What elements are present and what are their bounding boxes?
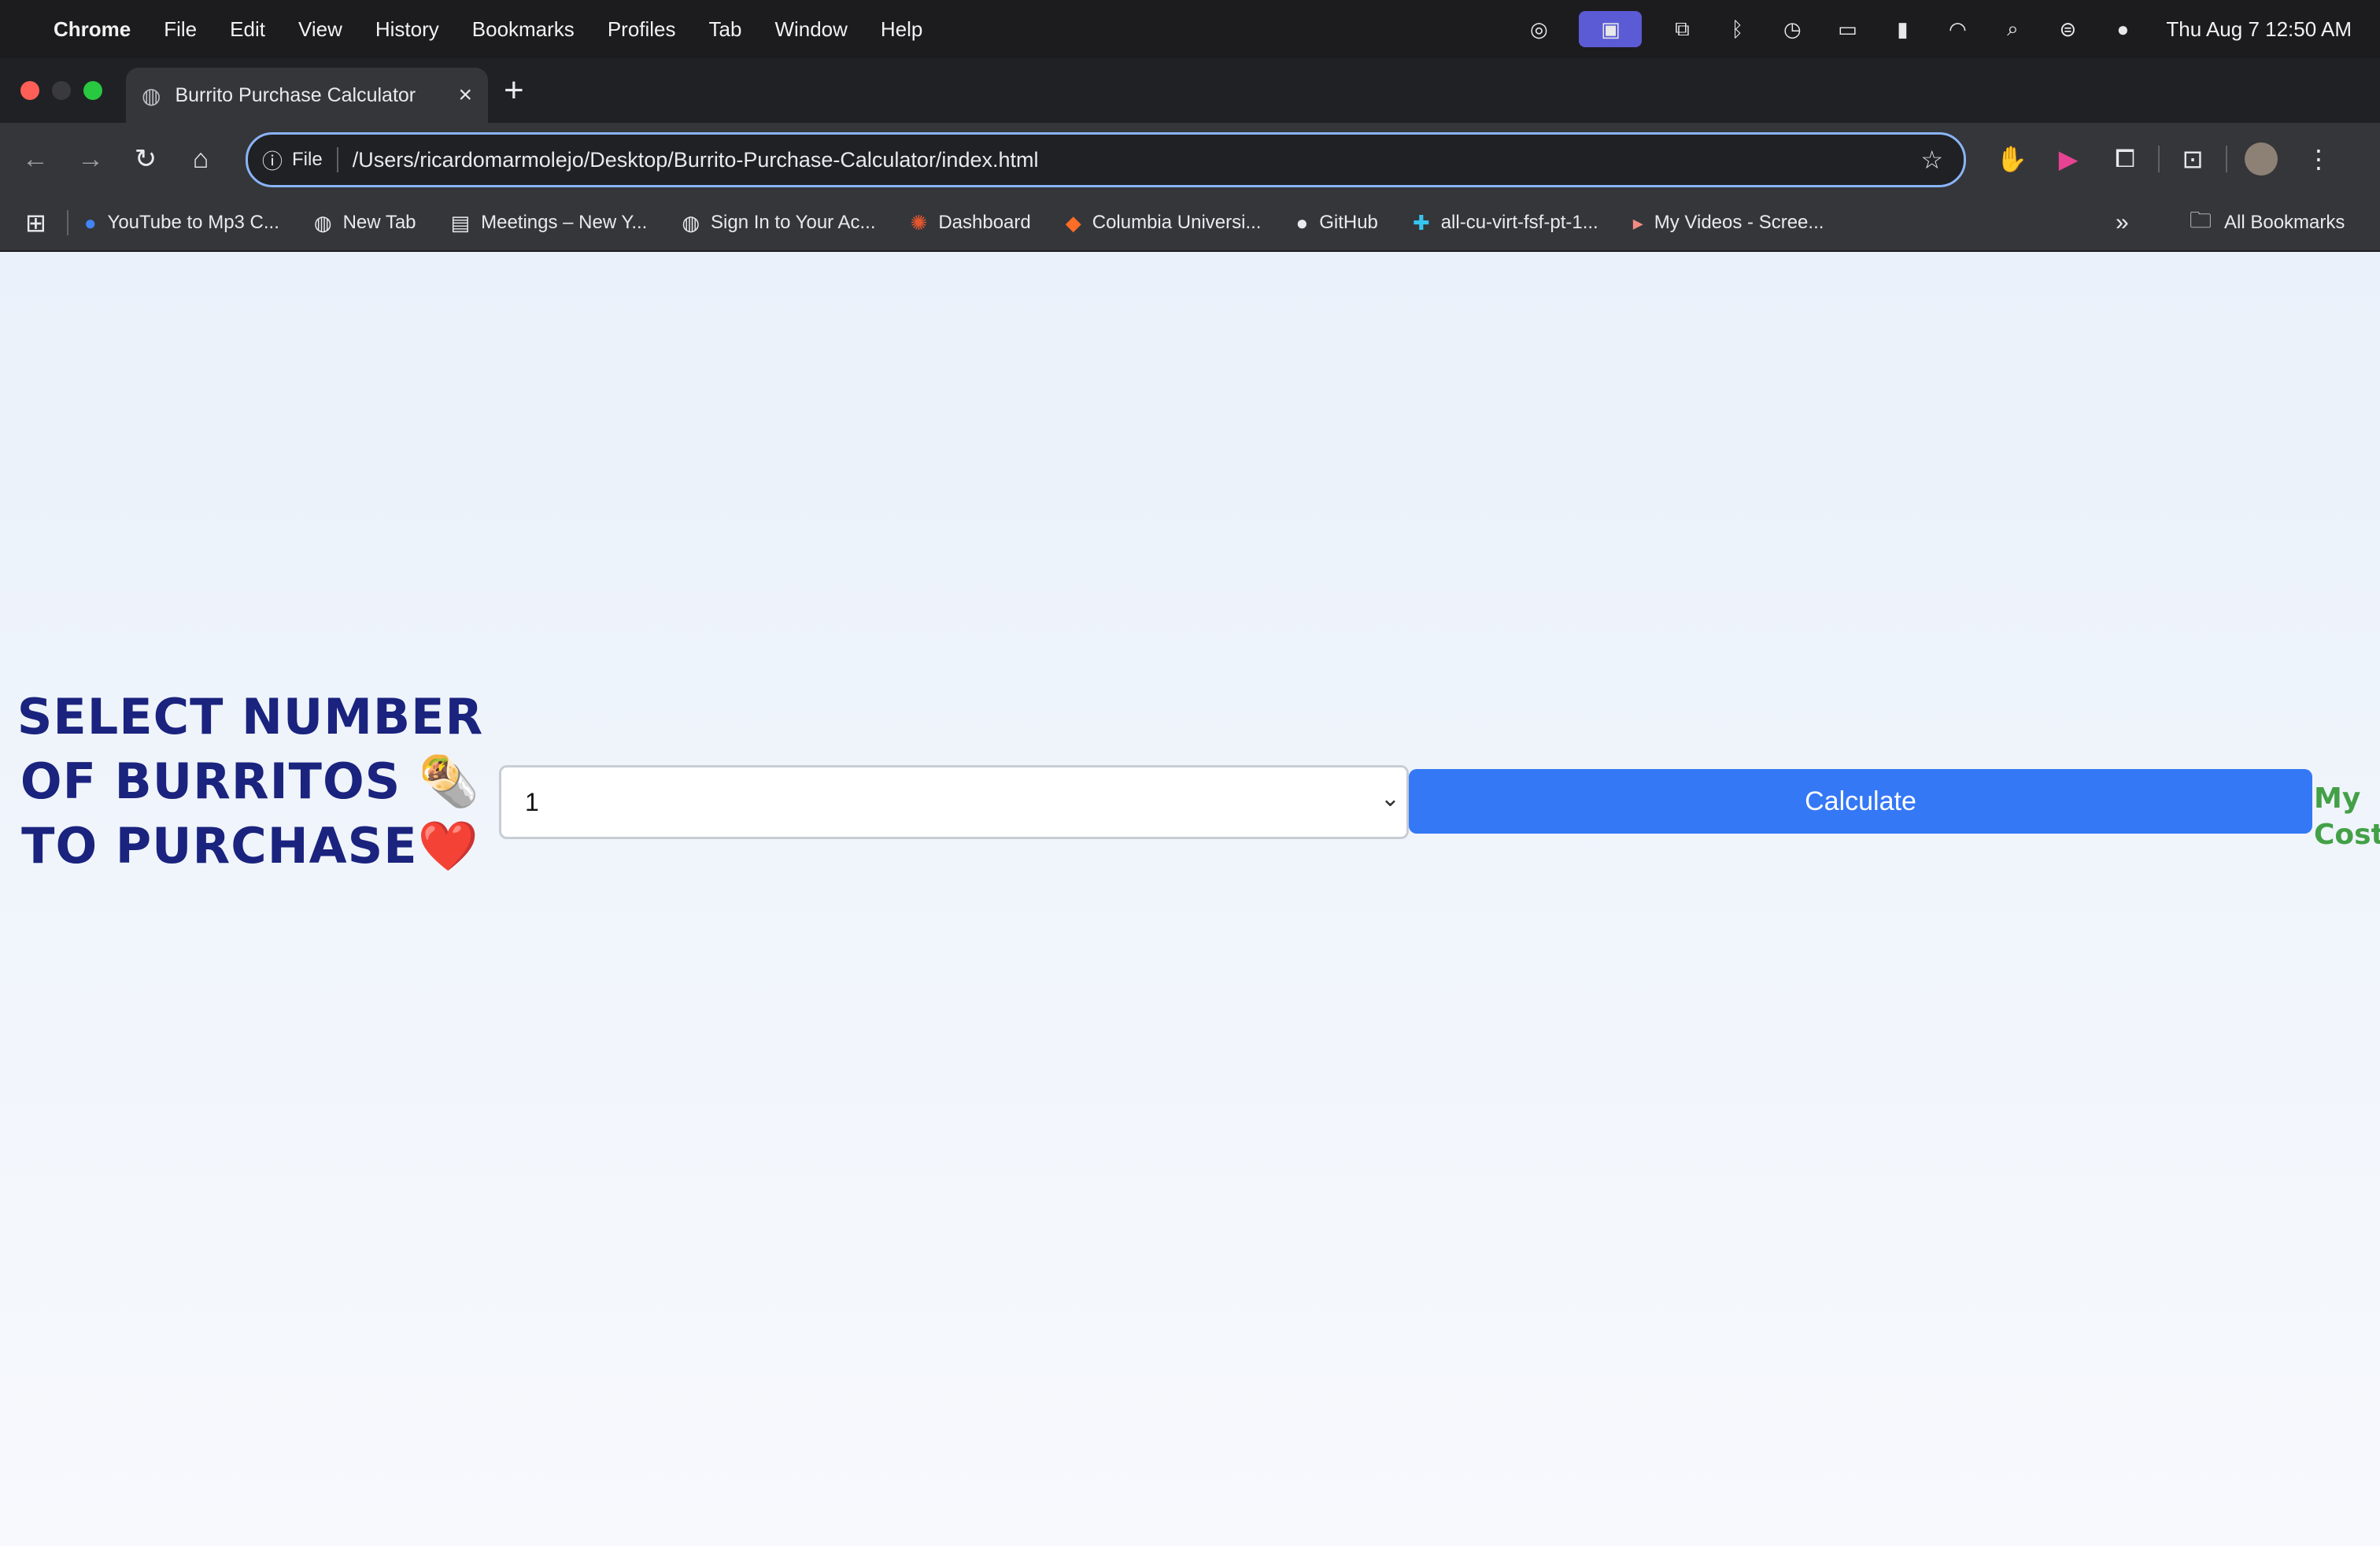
status-area: ◎ ▣ ⧉ ᛒ ◷ ▭ ▮ ◠ ⌕ ⊜ ● Thu Aug 7 12:50 AM — [1499, 0, 2352, 58]
navigation-buttons: ← → ↻ ⌂ — [8, 123, 228, 195]
all-bookmarks-label: All Bookmarks — [2224, 212, 2345, 233]
menu-app-chrome[interactable]: Chrome — [54, 17, 131, 42]
menu-bookmarks[interactable]: Bookmarks — [472, 17, 575, 42]
address-bar[interactable]: ⓘ File /Users/ricardomarmolejo/Desktop/B… — [246, 132, 1966, 187]
back-arrow-icon[interactable]: ← — [8, 144, 63, 175]
all-bookmarks-button[interactable]: 🗀 All Bookmarks — [2190, 204, 2345, 242]
profile-avatar[interactable] — [2245, 142, 2278, 176]
folder-icon: 🗀 — [2190, 208, 2212, 232]
home-icon[interactable]: ⌂ — [173, 144, 228, 175]
close-tab-icon[interactable]: × — [458, 82, 472, 109]
wifi-icon[interactable]: ◠ — [1942, 14, 1972, 44]
globe-icon: ◍ — [313, 210, 332, 235]
bookmark-label: all-cu-virt-fsf-pt-1... — [1440, 212, 1598, 233]
tab-burrito-calculator[interactable]: ◍ Burrito Purchase Calculator × — [126, 68, 488, 123]
adblock-extension-icon[interactable]: ✋ — [1983, 144, 2040, 174]
cost-output: My Cost — [2314, 782, 2380, 851]
slack-icon: ✚ — [1412, 210, 1430, 235]
window-controls — [20, 81, 115, 100]
bookmark-youtube-mp3[interactable]: ● YouTube to Mp3 C... — [84, 211, 279, 235]
bookmark-label: Dashboard — [938, 212, 1031, 233]
extensions-puzzle-icon[interactable]: ⧠ — [2097, 144, 2153, 174]
battery-icon[interactable]: ▮ — [1887, 14, 1917, 44]
bookmark-label: YouTube to Mp3 C... — [107, 212, 279, 233]
chevron-badge-icon: ● — [83, 210, 97, 235]
toolbar-divider — [2226, 146, 2227, 172]
apps-grid-icon[interactable]: ⊞ — [25, 208, 46, 238]
forward-arrow-icon[interactable]: → — [63, 144, 118, 175]
minimize-window-button[interactable] — [52, 81, 71, 100]
maximize-window-button[interactable] — [83, 81, 102, 100]
screen-recorder-extension-icon[interactable]: ▶ — [2040, 144, 2097, 174]
menu-edit[interactable]: Edit — [230, 17, 265, 42]
heading-line-1: SELECT NUMBER — [17, 688, 484, 745]
browser-toolbar: ← → ↻ ⌂ ⓘ File /Users/ricardomarmolejo/D… — [0, 123, 2380, 195]
bookmark-my-videos[interactable]: ▸ My Videos - Scree... — [1633, 211, 1824, 235]
translate-icon[interactable]: ⧉ — [1667, 14, 1697, 44]
obs-icon[interactable]: ◎ — [1524, 14, 1554, 44]
reload-icon[interactable]: ↻ — [118, 143, 173, 175]
menu-file[interactable]: File — [164, 17, 197, 42]
extensions-area: ✋ ▶ ⧠ ⊡ ⋮ — [1983, 123, 2347, 195]
menu-help[interactable]: Help — [881, 17, 922, 42]
screen-share-icon[interactable]: ▣ — [1579, 11, 1643, 47]
bookmark-label: GitHub — [1319, 212, 1378, 233]
page-icon: ▤ — [450, 210, 471, 235]
bookmark-label: Columbia Universi... — [1092, 212, 1262, 233]
globe-icon: ◍ — [682, 210, 700, 235]
toolbar-divider — [2158, 146, 2160, 172]
menu-window[interactable]: Window — [774, 17, 847, 42]
heading-line-3: TO PURCHASE❤️ — [21, 817, 479, 875]
kebab-menu-icon[interactable]: ⋮ — [2290, 144, 2347, 174]
github-icon: ● — [1295, 210, 1309, 235]
bookmark-dashboard[interactable]: ✺ Dashboard — [911, 211, 1031, 235]
bookmark-label: New Tab — [342, 212, 416, 233]
bookmark-star-icon[interactable]: ☆ — [1920, 145, 1943, 175]
tab-title: Burrito Purchase Calculator — [175, 83, 416, 106]
bookmark-columbia[interactable]: ◆ Columbia Universi... — [1066, 211, 1262, 235]
page-heading: SELECT NUMBER OF BURRITOS 🌯 TO PURCHASE❤… — [14, 685, 486, 878]
display-icon[interactable]: ▭ — [1832, 14, 1862, 44]
bookmark-slack[interactable]: ✚ all-cu-virt-fsf-pt-1... — [1413, 211, 1598, 235]
control-center-icon[interactable]: ⊜ — [2053, 14, 2082, 44]
menu-history[interactable]: History — [375, 17, 439, 42]
more-bookmarks-chevron-icon[interactable]: » — [2116, 209, 2129, 236]
burrito-count-select-wrapper: 1 ⌄ — [499, 765, 1409, 839]
url-text[interactable]: /Users/ricardomarmolejo/Desktop/Burrito-… — [353, 148, 1921, 172]
close-window-button[interactable] — [20, 81, 39, 100]
bookmark-new-tab[interactable]: ◍ New Tab — [314, 211, 416, 235]
bookmark-label: My Videos - Scree... — [1654, 212, 1824, 233]
menu-profiles[interactable]: Profiles — [608, 17, 676, 42]
siri-icon[interactable]: ● — [2108, 14, 2138, 44]
menu-view[interactable]: View — [298, 17, 342, 42]
page-content: SELECT NUMBER OF BURRITOS 🌯 TO PURCHASE❤… — [0, 252, 2380, 1546]
bluetooth-icon[interactable]: ᛒ — [1722, 14, 1752, 44]
tab-search-icon[interactable]: ⊡ — [2164, 144, 2221, 174]
calculate-button[interactable]: Calculate — [1409, 769, 2312, 834]
bookmark-meetings[interactable]: ▤ Meetings – New Y... — [451, 211, 648, 235]
spotlight-search-icon[interactable]: ⌕ — [1998, 14, 2027, 44]
globe-icon: ◍ — [142, 83, 161, 108]
bookmark-label: Meetings – New Y... — [481, 212, 648, 233]
omnibox-separator — [336, 147, 338, 172]
burrito-count-select[interactable]: 1 — [501, 767, 1406, 837]
menu-tab[interactable]: Tab — [709, 17, 742, 42]
heading-line-2: OF BURRITOS 🌯 — [20, 753, 481, 810]
site-info-icon[interactable]: ⓘ — [262, 146, 283, 175]
gitlab-icon: ◆ — [1065, 210, 1081, 235]
bookmark-label: Sign In to Your Ac... — [711, 212, 876, 233]
bookmark-sign-in[interactable]: ◍ Sign In to Your Ac... — [682, 211, 875, 235]
new-tab-plus-icon[interactable]: + — [504, 71, 524, 110]
bookmarks-divider — [66, 210, 68, 235]
macos-menu-bar: Chrome File Edit View History Bookmarks … — [0, 0, 2380, 58]
url-scheme-label: File — [292, 149, 323, 170]
time-machine-icon[interactable]: ◷ — [1777, 14, 1807, 44]
video-icon: ▸ — [1632, 210, 1643, 235]
bookmark-github[interactable]: ● GitHub — [1295, 211, 1377, 235]
menubar-clock[interactable]: Thu Aug 7 12:50 AM — [2166, 17, 2352, 42]
canvas-icon: ✺ — [910, 210, 928, 235]
bookmarks-bar: ⊞ ● YouTube to Mp3 C... ◍ New Tab ▤ Meeting… — [0, 195, 2380, 252]
tab-strip: ◍ Burrito Purchase Calculator × + — [0, 58, 2380, 123]
